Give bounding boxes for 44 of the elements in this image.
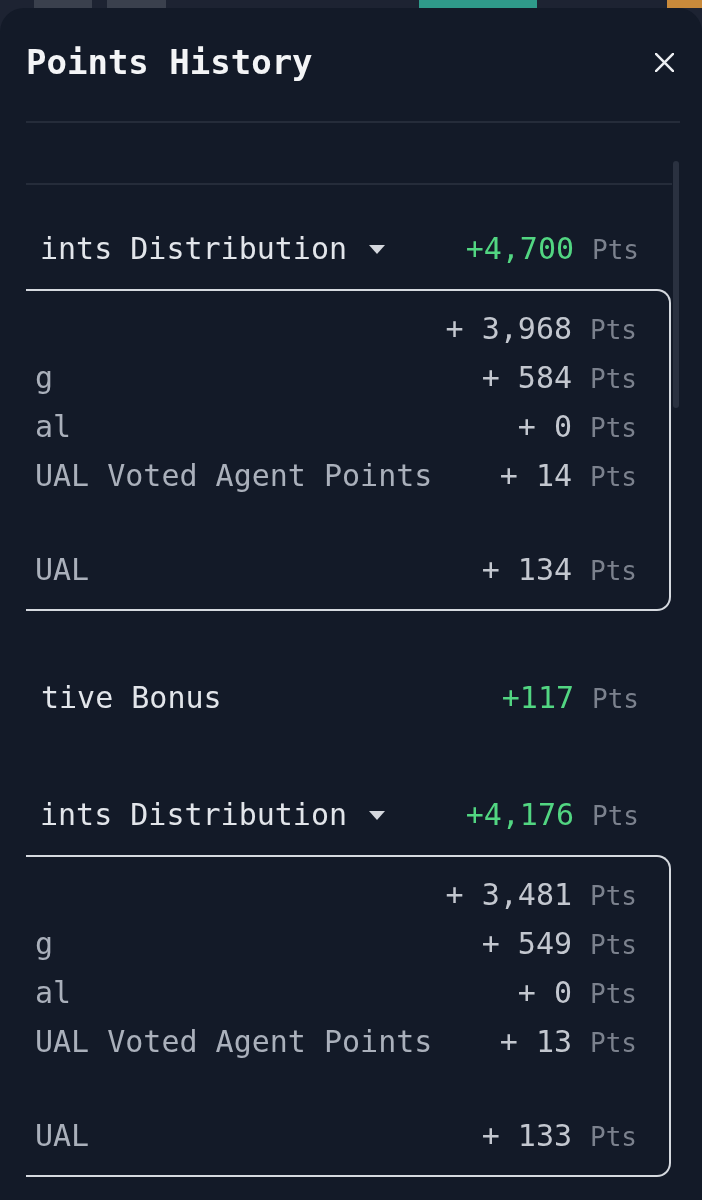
section-toggle[interactable]: ints Distribution (40, 229, 386, 269)
item-unit: Pts (590, 1027, 637, 1060)
item-label: UAL (35, 551, 90, 589)
item-label: g (35, 359, 54, 397)
app-bar-button[interactable] (107, 0, 166, 8)
points-total: +117 (501, 678, 575, 717)
item-unit: Pts (590, 363, 637, 396)
points-total: +4,700 (465, 229, 575, 268)
points-unit: Pts (592, 799, 639, 833)
points-unit: Pts (592, 682, 639, 716)
item-label: UAL Voted Agent Points (35, 457, 433, 495)
item-label: UAL (35, 1117, 90, 1155)
item-unit: Pts (590, 880, 637, 913)
item-unit: Pts (590, 929, 637, 962)
points-total: +4,176 (465, 795, 575, 834)
item-unit: Pts (590, 314, 637, 347)
item-value: + 0 (517, 408, 573, 446)
item-label: al (35, 974, 72, 1012)
points-unit: Pts (592, 233, 639, 267)
item-value: + 134 (481, 551, 573, 589)
item-unit: Pts (590, 1121, 637, 1154)
item-value: + 0 (517, 974, 573, 1012)
item-value: + 549 (481, 925, 573, 963)
item-value: + 3,481 (445, 876, 573, 914)
item-label: g (35, 925, 54, 963)
item-value: + 584 (481, 359, 573, 397)
item-unit: Pts (590, 555, 637, 588)
bonus-label: tive Bonus (41, 679, 222, 717)
scrollbar-thumb[interactable] (673, 161, 679, 408)
close-icon (655, 52, 674, 72)
avatar-placeholder (667, 0, 702, 8)
item-value: + 13 (499, 1023, 573, 1061)
item-value: + 3,968 (445, 310, 573, 348)
app-bar-button[interactable] (34, 0, 92, 8)
item-label: UAL Voted Agent Points (35, 1023, 433, 1061)
item-value: + 14 (499, 457, 573, 495)
item-unit: Pts (590, 461, 637, 494)
section-toggle[interactable]: ints Distribution (40, 795, 386, 835)
item-label: al (35, 408, 72, 446)
item-unit: Pts (590, 978, 637, 1011)
sheet-title: Points History (26, 44, 313, 80)
item-value: + 133 (481, 1117, 573, 1155)
app-bar-button[interactable] (419, 0, 537, 8)
item-unit: Pts (590, 412, 637, 445)
